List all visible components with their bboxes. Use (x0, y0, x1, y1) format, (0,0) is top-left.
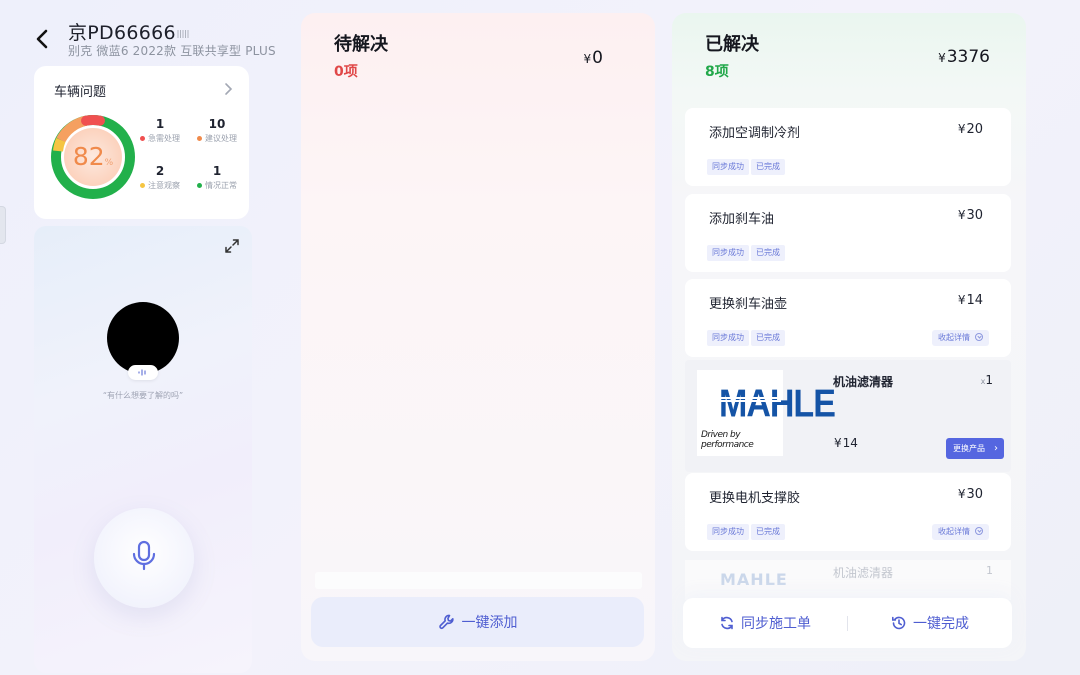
item-price: ¥30 (957, 208, 983, 223)
brand-tagline: Driven by performance (701, 430, 754, 450)
completed-badge: 已完成 (751, 159, 785, 175)
history-clock-icon (892, 616, 906, 630)
product-name: 机油滤清器 (833, 566, 894, 580)
sync-status-badge: 同步成功 (707, 159, 749, 175)
license-plate: 京PD66666 (68, 18, 191, 45)
assistant-avatar[interactable] (107, 302, 179, 374)
item-name: 更换刹车油壶 (709, 297, 788, 312)
stat-watch: 2 注意观察 (130, 164, 190, 191)
one-click-add-label: 一键添加 (461, 615, 518, 631)
sync-status-badge: 同步成功 (707, 245, 749, 261)
completed-badge: 已完成 (751, 245, 785, 261)
plate-extra-glyph-icon (177, 30, 189, 38)
resolved-panel: 已解决 8项 ¥3376 添加空调制冷剂 ¥20 同步成功 已完成 添加刹车油 … (672, 13, 1026, 661)
collapse-icon (975, 527, 983, 535)
collapse-details-button[interactable]: 收起详情 (932, 330, 989, 346)
stat-urgent: 1 急需处理 (130, 117, 190, 144)
item-name: 添加刹车油 (709, 212, 775, 227)
product-quantity: x1 (980, 373, 993, 387)
product-quantity: 1 (986, 564, 993, 577)
product-image: MAHLE Driven by performance (697, 370, 836, 456)
list-item[interactable]: 更换电机支撑胶 ¥30 同步成功 已完成 收起详情 (685, 473, 1011, 551)
side-drawer-handle[interactable] (0, 206, 6, 244)
product-row[interactable]: MAHLE Driven by performance 机油滤清器 x1 ¥14… (685, 360, 1011, 472)
collapse-icon (975, 333, 983, 341)
microphone-button[interactable] (94, 508, 194, 608)
resolved-title: 已解决 (705, 34, 759, 55)
pending-count: 0项 (334, 64, 358, 80)
item-price: ¥30 (957, 487, 983, 502)
one-click-complete-button[interactable]: 一键完成 (848, 598, 1012, 648)
list-item[interactable]: 添加空调制冷剂 ¥20 同步成功 已完成 (685, 108, 1011, 186)
completed-badge: 已完成 (751, 330, 785, 346)
item-name: 添加空调制冷剂 (709, 126, 801, 141)
resolved-action-bar: 同步施工单 一键完成 (683, 598, 1012, 648)
wrench-icon (438, 614, 454, 630)
item-name: 更换电机支撑胶 (709, 491, 801, 506)
back-arrow-icon[interactable] (32, 28, 52, 50)
vehicle-issues-card[interactable]: 车辆问题 82% 1 急需处理 10 建议处理 2 注意观察 1 情况正常 (34, 66, 249, 219)
resolved-count: 8项 (705, 64, 729, 80)
voice-assistant-panel: “有什么想要了解的吗” (34, 226, 252, 673)
resolved-total: ¥3376 (938, 47, 990, 67)
product-name: 机油滤清器 (833, 375, 894, 389)
sync-work-order-button[interactable]: 同步施工单 (683, 598, 847, 648)
item-price: ¥20 (957, 122, 983, 137)
stat-suggested: 10 建议处理 (187, 117, 247, 144)
sync-status-badge: 同步成功 (707, 524, 749, 540)
expand-icon[interactable] (224, 238, 240, 254)
pending-panel: 待解决 0项 ¥0 一键添加 (301, 13, 655, 661)
pending-list-footer (315, 572, 642, 589)
one-click-add-button[interactable]: 一键添加 (311, 597, 644, 647)
health-score: 82% (72, 142, 114, 171)
sound-wave-icon (138, 369, 146, 376)
list-item[interactable]: 添加刹车油 ¥30 同步成功 已完成 (685, 194, 1011, 272)
chevron-right-icon: › (994, 443, 998, 454)
item-price: ¥14 (957, 293, 983, 308)
list-item-partial: MAHLE 机油滤清器 1 (685, 560, 1011, 600)
stat-normal: 1 情况正常 (187, 164, 247, 191)
list-item[interactable]: 更换刹车油壶 ¥14 同步成功 已完成 收起详情 (685, 279, 1011, 357)
voice-wave-badge (128, 365, 158, 380)
mahle-logo-faded: MAHLE (720, 570, 788, 589)
microphone-icon (132, 540, 156, 571)
pending-title: 待解决 (334, 34, 388, 55)
product-price: ¥14 (834, 436, 858, 450)
assistant-prompt: “有什么想要了解的吗” (102, 391, 184, 400)
refresh-icon (721, 616, 733, 630)
completed-badge: 已完成 (751, 524, 785, 540)
issues-title: 车辆问题 (54, 85, 107, 100)
vehicle-model: 别克 微蓝6 2022款 互联共享型 PLUS (68, 44, 276, 58)
collapse-details-button[interactable]: 收起详情 (932, 524, 989, 540)
pending-total: ¥0 (583, 48, 603, 68)
sync-status-badge: 同步成功 (707, 330, 749, 346)
replace-product-button[interactable]: 更换产品 › (946, 438, 1004, 459)
mahle-logo: MAHLE (719, 382, 836, 426)
chevron-right-icon[interactable] (223, 82, 233, 96)
